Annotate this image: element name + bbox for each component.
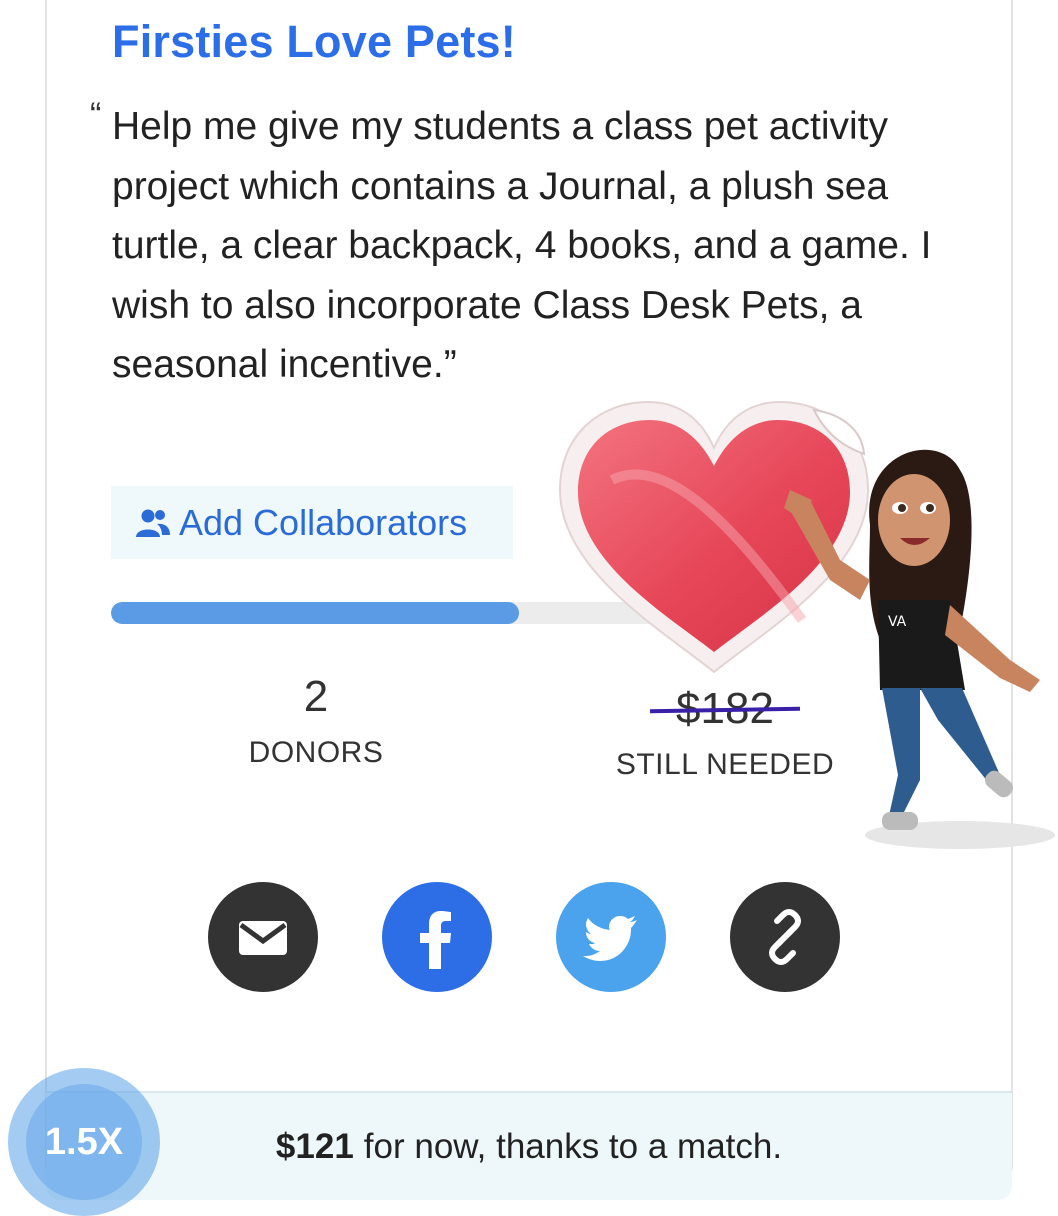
link-icon (769, 909, 801, 965)
playback-speed-label: 1.5X (44, 1120, 124, 1163)
project-quote: Help me give my students a class pet act… (112, 105, 932, 386)
funding-progress-fill (111, 602, 519, 624)
playback-speed-button[interactable]: 1.5X (8, 1068, 160, 1216)
match-banner: $121 for now, thanks to a match. (46, 1091, 1012, 1200)
share-email-button[interactable] (208, 882, 318, 992)
email-icon (239, 921, 287, 955)
share-twitter-button[interactable] (556, 882, 666, 992)
open-quote-mark: “ (90, 96, 102, 134)
donors-stat: 2 DONORS (216, 672, 416, 770)
donors-label: DONORS (248, 736, 384, 769)
donors-count: 2 (303, 672, 329, 721)
svg-text:VA: VA (888, 614, 907, 630)
people-icon (136, 509, 170, 537)
project-title[interactable]: Firsties Love Pets! (112, 16, 516, 68)
share-facebook-button[interactable] (382, 882, 492, 992)
add-collaborators-label: Add Collaborators (179, 501, 468, 543)
match-text: for now, thanks to a match. (363, 1126, 783, 1166)
facebook-icon (420, 911, 451, 969)
twitter-icon (583, 916, 637, 961)
add-collaborators-button[interactable]: Add Collaborators (111, 486, 513, 559)
still-needed-amount: $182 (676, 684, 774, 733)
match-amount: $121 (275, 1126, 354, 1166)
avatar-illustration: VA (784, 449, 1055, 849)
copy-link-button[interactable] (730, 882, 840, 992)
